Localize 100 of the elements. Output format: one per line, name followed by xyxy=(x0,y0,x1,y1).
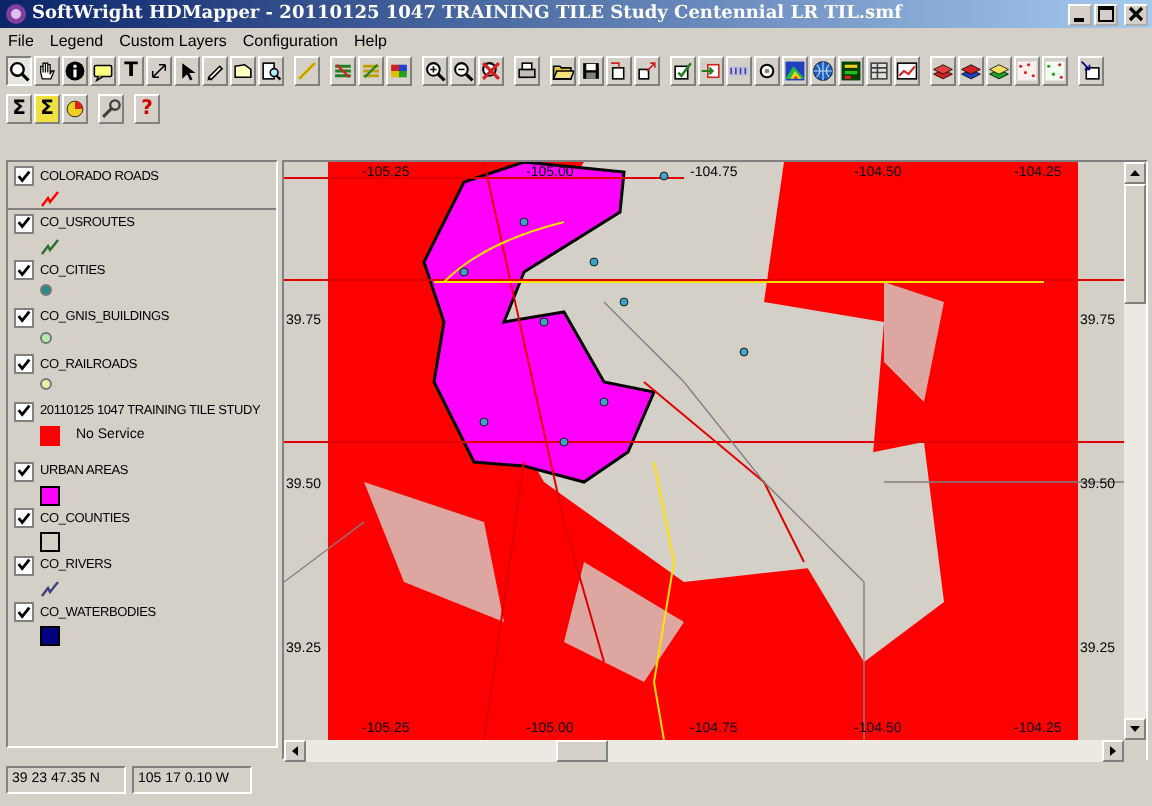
zoom-cancel-icon xyxy=(480,60,502,82)
polygon-button[interactable] xyxy=(230,56,256,86)
menu-item[interactable]: Configuration xyxy=(242,31,338,49)
layer-checkbox[interactable] xyxy=(14,213,34,233)
layers-button[interactable] xyxy=(330,56,356,86)
maximize-icon xyxy=(1098,6,1114,22)
diagonal-arrow-button[interactable] xyxy=(146,56,172,86)
export-icon xyxy=(608,60,630,82)
layer-checkbox[interactable] xyxy=(14,166,34,186)
window-title: SoftWright HDMapper - 20110125 1047 TRAINING TILE Study Centennial LR TIL.smf xyxy=(32,4,905,24)
import-icon xyxy=(700,60,722,82)
globe-icon xyxy=(812,60,834,82)
right-arrow-icon xyxy=(1110,746,1116,756)
layer-stack-icon xyxy=(988,60,1010,82)
pointer-icon xyxy=(176,60,198,82)
magnifier-icon xyxy=(8,60,30,82)
zoom-cancel-button[interactable] xyxy=(478,56,504,86)
sum-button[interactable]: Σ xyxy=(6,94,32,124)
zoom-out-button[interactable] xyxy=(450,56,476,86)
app-icon xyxy=(4,2,28,26)
layer-checkbox[interactable] xyxy=(14,508,34,528)
rainbow-terrain-button[interactable] xyxy=(782,56,808,86)
hand-icon xyxy=(36,60,58,82)
window-arrow-button[interactable] xyxy=(1078,56,1104,86)
line-tool-button[interactable] xyxy=(294,56,320,86)
layer-checkbox[interactable] xyxy=(14,555,34,575)
wrench-icon xyxy=(100,98,122,120)
menu-item[interactable]: Legend xyxy=(49,31,104,49)
chart-button[interactable] xyxy=(62,94,88,124)
layer-checkbox[interactable] xyxy=(14,307,34,327)
printer-icon xyxy=(516,60,538,82)
layer-checkbox[interactable] xyxy=(14,461,34,481)
export-icon xyxy=(636,60,658,82)
map-drawing[interactable] xyxy=(284,162,1124,740)
line-tool-icon xyxy=(296,60,318,82)
sum-button[interactable]: Σ xyxy=(34,94,60,124)
scrollbar-corner xyxy=(1124,740,1146,762)
scroll-thumb[interactable] xyxy=(1124,184,1146,304)
hand-button[interactable] xyxy=(34,56,60,86)
rainbow-terrain-icon xyxy=(784,60,806,82)
layers-button[interactable] xyxy=(358,56,384,86)
scroll-thumb[interactable] xyxy=(556,740,608,762)
pen-button[interactable] xyxy=(202,56,228,86)
help-button[interactable]: ? xyxy=(134,94,160,124)
wrench-button[interactable] xyxy=(98,94,124,124)
menu-item[interactable]: Custom Layers xyxy=(119,31,227,49)
chart-icon xyxy=(896,60,918,82)
layers-icon xyxy=(332,60,354,82)
grid-button[interactable] xyxy=(838,56,864,86)
export-button[interactable] xyxy=(606,56,632,86)
file-format-button[interactable] xyxy=(726,56,752,86)
grid-icon xyxy=(840,60,862,82)
layer-checkbox[interactable] xyxy=(14,260,34,280)
layer-stack-icon xyxy=(932,60,954,82)
up-arrow-icon xyxy=(1130,170,1140,176)
scatter-dots-icon xyxy=(1044,60,1066,82)
layer-checkbox[interactable] xyxy=(14,602,34,622)
close-button[interactable] xyxy=(1124,3,1148,25)
note-button[interactable] xyxy=(90,56,116,86)
scatter-dots-button[interactable] xyxy=(1014,56,1040,86)
note-icon xyxy=(92,60,114,82)
import-button[interactable] xyxy=(698,56,724,86)
maximize-button[interactable] xyxy=(1094,3,1118,25)
minimize-button[interactable] xyxy=(1068,3,1092,25)
layer-stack-button[interactable] xyxy=(930,56,956,86)
folder-icon xyxy=(552,60,574,82)
layer-stack-button[interactable] xyxy=(986,56,1012,86)
left-arrow-icon xyxy=(292,746,298,756)
pointer-button[interactable] xyxy=(174,56,200,86)
menu-item[interactable]: File xyxy=(8,31,34,49)
printer-button[interactable] xyxy=(514,56,540,86)
pen-icon xyxy=(204,60,226,82)
layer-checkbox[interactable] xyxy=(14,401,34,421)
polygon-icon xyxy=(232,60,254,82)
window-arrow-icon xyxy=(1080,60,1102,82)
zoom-in-icon xyxy=(424,60,446,82)
menu-item[interactable]: Help xyxy=(353,31,387,49)
export-button[interactable] xyxy=(634,56,660,86)
info-button[interactable] xyxy=(62,56,88,86)
table-button[interactable] xyxy=(866,56,892,86)
folder-button[interactable] xyxy=(550,56,576,86)
floppy-disk-button[interactable] xyxy=(578,56,604,86)
chart-icon xyxy=(64,98,86,120)
document-magnifier-button[interactable] xyxy=(258,56,284,86)
layer-stack-icon xyxy=(960,60,982,82)
layers-icon xyxy=(388,60,410,82)
down-arrow-icon xyxy=(1130,726,1140,732)
chart-button[interactable] xyxy=(894,56,920,86)
text-tool-button[interactable]: T xyxy=(118,56,144,86)
checkmark-button[interactable] xyxy=(670,56,696,86)
table-icon xyxy=(868,60,890,82)
zoom-in-button[interactable] xyxy=(422,56,448,86)
layer-stack-button[interactable] xyxy=(958,56,984,86)
scatter-dots-button[interactable] xyxy=(1042,56,1068,86)
layer-checkbox[interactable] xyxy=(14,354,34,374)
globe-button[interactable] xyxy=(810,56,836,86)
checkmark-icon xyxy=(672,60,694,82)
magnifier-button[interactable] xyxy=(6,56,32,86)
close-icon xyxy=(1128,6,1144,22)
layers-button[interactable] xyxy=(386,56,412,86)
